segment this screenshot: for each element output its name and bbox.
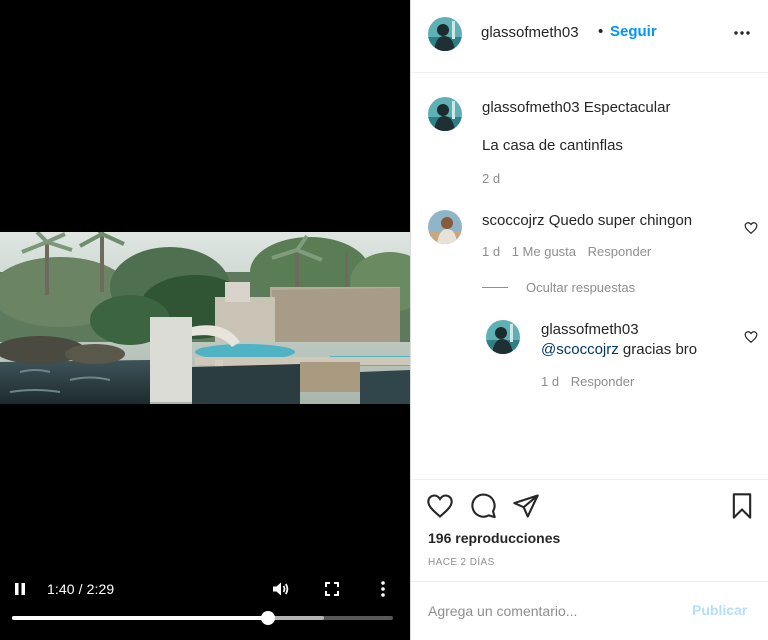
profile-picture	[428, 17, 462, 51]
replies-divider	[482, 287, 508, 288]
comment-input[interactable]	[428, 600, 678, 622]
reply-username[interactable]: glassofmeth03	[541, 321, 639, 338]
reply-timestamp[interactable]: 1 d	[541, 374, 559, 389]
publish-button[interactable]: Publicar	[692, 602, 747, 618]
avatar[interactable]	[428, 17, 462, 51]
post-options-button[interactable]	[734, 24, 754, 44]
post-side-panel: glassofmeth03 • Seguir glassofmeth03 Esp…	[410, 0, 768, 640]
fullscreen-icon	[325, 582, 339, 596]
caption: glassofmeth03 Espectacular	[482, 99, 670, 116]
fullscreen-button[interactable]	[322, 578, 342, 600]
reply-username-line: glassofmeth03	[541, 321, 639, 338]
comment-body: scoccojrz Quedo super chingon	[482, 212, 692, 229]
more-options-button[interactable]	[374, 578, 392, 600]
more-vertical-icon	[381, 581, 385, 597]
hide-replies-label: Ocultar respuestas	[526, 280, 636, 295]
avatar[interactable]	[428, 97, 462, 131]
reply-body: @scoccojrz gracias bro	[541, 341, 697, 358]
caption-timestamp[interactable]: 2 d	[482, 171, 500, 186]
comment-username[interactable]: scoccojrz	[482, 212, 545, 229]
caption-text: Espectacular	[583, 99, 671, 116]
reply-reply-button[interactable]: Responder	[571, 374, 635, 389]
reply-meta: 1 d Responder	[541, 374, 634, 389]
add-comment-form: Publicar	[411, 581, 768, 640]
video-still-image	[0, 232, 410, 404]
reply-like-heart-icon[interactable]	[744, 330, 758, 344]
volume-button[interactable]	[270, 578, 292, 600]
share-icon[interactable]	[512, 492, 540, 520]
header-separator: •	[598, 23, 604, 40]
video-player[interactable]: 1:40 / 2:29	[0, 0, 410, 640]
time-readout: 1:40 / 2:29	[47, 581, 115, 597]
comment-text: Quedo super chingon	[548, 212, 693, 229]
bookmark-icon[interactable]	[728, 492, 756, 520]
avatar[interactable]	[486, 320, 520, 354]
progress-played	[12, 616, 268, 620]
profile-picture	[428, 210, 462, 244]
video-frame[interactable]	[0, 232, 410, 404]
comment-like-heart-icon[interactable]	[744, 221, 758, 235]
comment-reply-button[interactable]: Responder	[588, 244, 652, 259]
comment-icon[interactable]	[469, 492, 497, 520]
pause-button[interactable]	[10, 578, 30, 600]
heart-icon[interactable]	[426, 492, 454, 520]
caption-username[interactable]: glassofmeth03	[482, 99, 580, 116]
caption-second-line: La casa de cantinflas	[482, 137, 623, 154]
hide-replies-button[interactable]: Ocultar respuestas	[482, 280, 635, 295]
video-controls: 1:40 / 2:29	[0, 570, 410, 640]
profile-picture	[486, 320, 520, 354]
pause-icon	[15, 583, 25, 595]
reply-mention-link[interactable]: @scoccojrz	[541, 341, 619, 358]
progress-bar[interactable]	[12, 611, 393, 625]
avatar[interactable]	[428, 210, 462, 244]
comment-likes-link[interactable]: 1 Me gusta	[512, 244, 576, 259]
comments-section: glassofmeth03 Espectacular La casa de ca…	[411, 74, 768, 479]
post-header: glassofmeth03 • Seguir	[411, 0, 768, 73]
reply-text: gracias bro	[622, 341, 698, 358]
view-count[interactable]: 196 reproducciones	[428, 530, 560, 546]
progress-scrubber[interactable]	[260, 611, 275, 625]
volume-icon	[273, 582, 289, 596]
post-author-username[interactable]: glassofmeth03	[481, 24, 579, 41]
comment-meta: 1 d 1 Me gusta Responder	[482, 244, 651, 259]
follow-button[interactable]: Seguir	[610, 23, 657, 40]
more-horizontal-icon	[734, 31, 750, 35]
post-actions: 196 reproducciones HACE 2 DÍAS	[411, 479, 768, 581]
comment-timestamp[interactable]: 1 d	[482, 244, 500, 259]
post-date[interactable]: HACE 2 DÍAS	[428, 557, 495, 568]
profile-picture	[428, 97, 462, 131]
